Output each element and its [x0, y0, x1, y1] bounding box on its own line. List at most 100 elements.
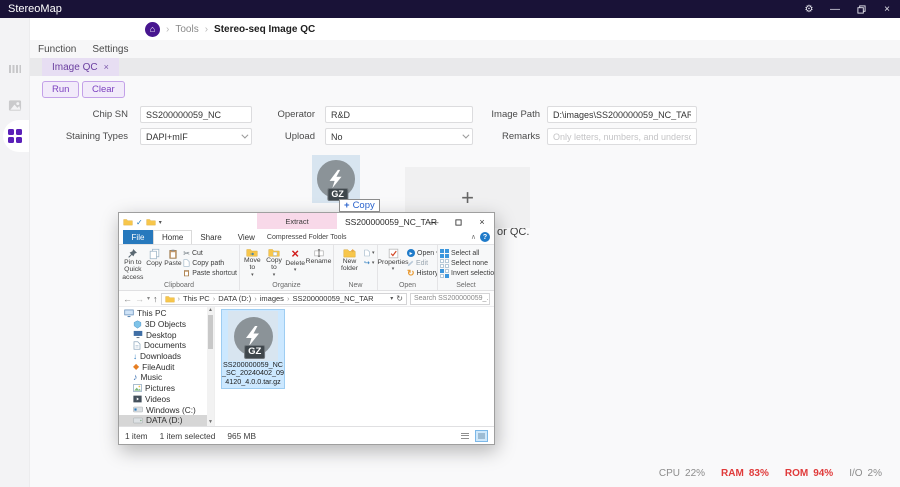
page-icon — [364, 249, 370, 257]
rail-item-apps[interactable] — [0, 123, 30, 149]
extract-contextual-tab[interactable]: Extract — [257, 213, 337, 229]
tab-view[interactable]: View — [230, 230, 263, 244]
address-segment-this-pc[interactable]: This PC — [183, 294, 210, 303]
nav-item-this-pc[interactable]: This PC — [119, 308, 214, 319]
menu-function[interactable]: Function — [38, 44, 76, 55]
nav-item-pictures[interactable]: Pictures — [119, 383, 214, 394]
explorer-maximize-button[interactable] — [446, 213, 470, 231]
item-count: 1 item — [125, 431, 148, 441]
pin-to-quick-access-button[interactable]: Pin to Quick access — [121, 247, 145, 281]
settings-gear-icon[interactable]: ⚙ — [796, 0, 822, 18]
chip-sn-input[interactable] — [140, 106, 252, 123]
nav-item-documents[interactable]: Documents — [119, 340, 214, 351]
details-view-button[interactable] — [459, 430, 472, 442]
rail-item-image[interactable] — [0, 92, 30, 118]
cut-button[interactable]: ✂Cut — [183, 248, 237, 258]
nav-item-desktop[interactable]: Desktop — [119, 329, 214, 340]
nav-item-videos[interactable]: Videos — [119, 394, 214, 405]
select-none-button[interactable]: Select none — [440, 258, 494, 268]
new-item-button[interactable]: ▾ — [364, 248, 375, 258]
tab-share[interactable]: Share — [192, 230, 229, 244]
copy-path-button[interactable]: Copy path — [183, 258, 237, 268]
staining-types-label: Staining Types — [50, 128, 128, 145]
paste-shortcut-button[interactable]: Paste shortcut — [183, 268, 237, 278]
tab-home[interactable]: Home — [153, 230, 192, 244]
properties-button[interactable]: Properties ▾ — [380, 247, 406, 272]
select-all-button[interactable]: Select all — [440, 248, 494, 258]
restore-button[interactable] — [848, 0, 874, 18]
open-button[interactable]: ▸Open▾ — [407, 248, 438, 258]
remarks-input[interactable] — [547, 128, 697, 145]
breadcrumb-tools[interactable]: Tools — [175, 24, 198, 35]
operator-input[interactable] — [325, 106, 473, 123]
history-button[interactable]: ↻History — [407, 268, 438, 278]
move-to-label: Move to — [242, 257, 263, 272]
clear-button[interactable]: Clear — [82, 81, 125, 98]
up-icon[interactable]: ↑ — [153, 294, 158, 304]
ribbon-group-clipboard: Pin to Quick access Copy Paste ✂Cut Copy… — [119, 245, 240, 290]
edit-button[interactable]: Edit — [407, 258, 438, 268]
copy-to-button[interactable]: Copy to ▾ — [264, 247, 285, 278]
folder-icon[interactable] — [123, 218, 133, 226]
refresh-icon[interactable]: ↻ — [396, 294, 403, 303]
menu-settings[interactable]: Settings — [92, 44, 128, 55]
run-button[interactable]: Run — [42, 81, 79, 98]
file-list-area[interactable]: GZ SS200000059_NC _SC_20240402_09 4120_4… — [215, 307, 494, 426]
folder-icon[interactable] — [146, 218, 156, 226]
upload-select[interactable]: No — [325, 128, 473, 145]
nav-scrollbar[interactable]: ▲ ▼ — [207, 307, 214, 426]
tab-compressed-folder-tools[interactable]: Compressed Folder Tools — [263, 230, 351, 244]
collapse-ribbon-icon[interactable]: ∧ — [471, 233, 476, 241]
dragged-gz-file[interactable]: GZ — [312, 155, 360, 203]
staining-types-value: DAPI+mIF — [146, 132, 241, 142]
tab-file[interactable]: File — [123, 230, 153, 244]
delete-button[interactable]: × Delete ▾ — [285, 247, 305, 273]
new-folder-button[interactable]: New folder — [336, 247, 363, 273]
address-segment-data-d[interactable]: DATA (D:) — [218, 294, 251, 303]
tab-image-qc-label: Image QC — [52, 62, 98, 73]
caret-down-icon[interactable]: ▾ — [159, 219, 162, 226]
minimize-button[interactable]: — — [822, 0, 848, 18]
file-tile-selected[interactable]: GZ SS200000059_NC _SC_20240402_09 4120_4… — [221, 309, 285, 389]
chip-sn-label: Chip SN — [55, 106, 128, 123]
explorer-close-button[interactable]: × — [470, 213, 494, 231]
nav-item-windows-c[interactable]: Windows (C:) — [119, 404, 214, 415]
rename-button[interactable]: Rename — [306, 247, 331, 265]
scroll-down-icon[interactable]: ▼ — [207, 419, 214, 426]
forward-icon[interactable]: → — [135, 294, 144, 304]
image-path-input[interactable] — [547, 106, 697, 123]
close-button[interactable]: × — [874, 0, 900, 18]
help-icon[interactable]: ? — [480, 232, 490, 242]
nav-item-data-d[interactable]: DATA (D:) — [119, 415, 214, 426]
scrollbar-thumb[interactable] — [208, 315, 213, 349]
address-segment-current[interactable]: SS200000059_NC_TAR — [292, 294, 373, 303]
address-dropdown-icon[interactable]: ▾ — [390, 295, 393, 302]
nav-item-3d-objects[interactable]: 3D Objects — [119, 319, 214, 330]
home-icon[interactable]: ⌂ — [145, 22, 160, 37]
nav-item-fileaudit[interactable]: ◆FileAudit — [119, 361, 214, 372]
invert-selection-button[interactable]: Invert selection — [440, 268, 494, 278]
invert-selection-icon — [440, 269, 449, 278]
history-caret-icon[interactable]: ▾ — [147, 295, 150, 302]
nav-item-music[interactable]: ♪Music — [119, 372, 214, 383]
rail-item-chip[interactable] — [0, 56, 30, 82]
address-box[interactable]: › This PC › DATA (D:) › images › SS20000… — [161, 293, 407, 305]
edit-pencil-icon — [407, 260, 414, 267]
move-to-button[interactable]: Move to ▾ — [242, 247, 263, 278]
address-separator: › — [213, 294, 216, 303]
tab-close-icon[interactable]: × — [104, 62, 109, 72]
navigation-pane: This PC 3D Objects Desktop Documents ↓Do… — [119, 307, 215, 426]
back-icon[interactable]: ← — [123, 294, 132, 304]
staining-types-select[interactable]: DAPI+mIF — [140, 128, 252, 145]
scroll-up-icon[interactable]: ▲ — [207, 307, 214, 314]
address-segment-images[interactable]: images — [260, 294, 284, 303]
copy-button[interactable]: Copy — [146, 247, 163, 267]
paste-button[interactable]: Paste — [164, 247, 183, 267]
easy-access-button[interactable]: ↪▾ — [364, 258, 375, 268]
nav-item-downloads[interactable]: ↓Downloads — [119, 351, 214, 362]
chip-icon — [8, 62, 22, 76]
search-box[interactable]: Search SS200000059_... — [410, 293, 490, 305]
check-icon[interactable]: ✓ — [136, 218, 143, 227]
large-icons-view-button[interactable] — [475, 430, 488, 442]
tab-image-qc[interactable]: Image QC × — [42, 58, 119, 76]
